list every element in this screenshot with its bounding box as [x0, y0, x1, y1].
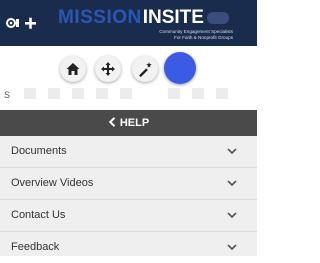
magic-wand-button[interactable] [132, 56, 158, 82]
home-icon [66, 63, 80, 75]
placeholder-block [96, 88, 108, 99]
chevron-down-icon [227, 180, 237, 187]
help-item-label: Documents [11, 145, 67, 157]
settings-plus-icon[interactable] [5, 12, 37, 34]
chevron-down-icon [227, 244, 237, 251]
help-item-documents[interactable]: Documents [0, 136, 257, 168]
logo-decoration [206, 12, 229, 24]
placeholder-block [216, 88, 228, 99]
missioninsite-logo[interactable]: MISSIONINSITE Community Engagement Speci… [58, 6, 233, 42]
logo-insite-text: INSITE [142, 7, 204, 28]
logo-tagline-2: For Faith & Nonprofit Groups [174, 35, 233, 40]
panel-title-row[interactable]: HELP [0, 110, 257, 136]
map-toolbar: S [0, 46, 257, 106]
placeholder-block [48, 88, 60, 99]
magic-wand-icon [139, 62, 152, 77]
top-header: MISSIONINSITE Community Engagement Speci… [0, 0, 257, 46]
placeholder-block [120, 88, 132, 99]
chevron-down-icon [227, 212, 237, 219]
help-item-label: Feedback [11, 241, 60, 253]
help-item-contact-us[interactable]: Contact Us [0, 200, 257, 232]
help-panel-header[interactable]: HELP [0, 110, 257, 136]
chevron-down-icon [227, 148, 237, 155]
move-arrows-icon [101, 62, 115, 76]
pan-button[interactable] [95, 56, 121, 82]
placeholder-block [72, 88, 84, 99]
logo-mission-text: MISSION [58, 7, 142, 28]
placeholder-block [168, 88, 180, 99]
help-item-overview-videos[interactable]: Overview Videos [0, 168, 257, 200]
help-item-label: Overview Videos [11, 177, 94, 189]
help-item-label: Contact Us [11, 209, 66, 221]
placeholder-block [192, 88, 204, 99]
toolbar-label: S [4, 90, 11, 100]
home-button[interactable] [60, 56, 86, 82]
chevron-left-icon [108, 117, 116, 127]
placeholder-block [24, 88, 36, 99]
color-circle-button[interactable] [164, 52, 196, 84]
help-item-feedback[interactable]: Feedback [0, 232, 257, 256]
panel-title: HELP [119, 117, 150, 129]
